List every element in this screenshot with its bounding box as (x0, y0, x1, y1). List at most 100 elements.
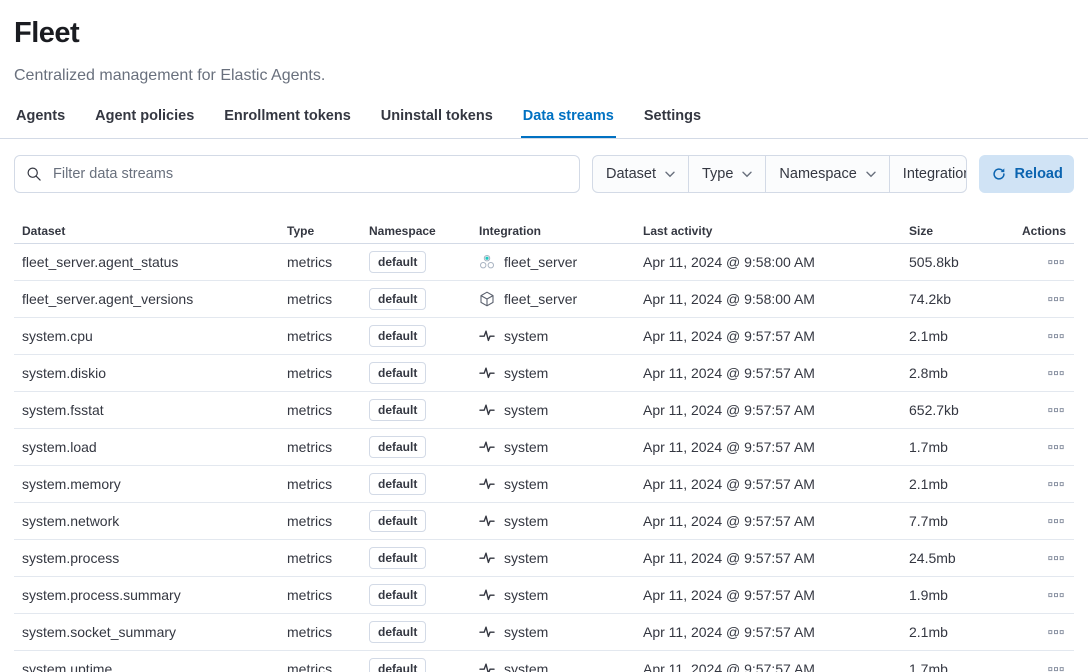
dataset-cell: system.process (14, 550, 287, 566)
integration-cell: system (479, 587, 643, 603)
activity-icon (479, 402, 495, 418)
tab-settings[interactable]: Settings (642, 102, 703, 138)
table-row: system.load metrics default system Apr 1… (14, 429, 1074, 466)
integration-name: system (504, 328, 548, 344)
type-cell: metrics (287, 513, 369, 529)
namespace-badge: default (369, 547, 426, 569)
dataset-cell: system.memory (14, 476, 287, 492)
namespace-badge: default (369, 399, 426, 421)
table-row: fleet_server.agent_status metrics defaul… (14, 244, 1074, 281)
tab-enrollment-tokens[interactable]: Enrollment tokens (222, 102, 353, 138)
row-actions-button[interactable] (1046, 252, 1066, 272)
column-header-namespace: Namespace (369, 216, 479, 238)
dataset-cell: system.fsstat (14, 402, 287, 418)
table-row: system.cpu metrics default system Apr 11… (14, 318, 1074, 355)
dataset-cell: system.cpu (14, 328, 287, 344)
column-header-actions: Actions (1010, 216, 1074, 238)
integration-cell: system (479, 624, 643, 640)
size-cell: 74.2kb (909, 291, 1010, 307)
row-actions-button[interactable] (1046, 326, 1066, 346)
chevron-down-icon (742, 171, 752, 178)
namespace-badge: default (369, 473, 426, 495)
size-cell: 2.1mb (909, 624, 1010, 640)
namespace-cell: default (369, 547, 479, 569)
type-cell: metrics (287, 439, 369, 455)
dataset-cell: system.network (14, 513, 287, 529)
table-row: system.network metrics default system Ap… (14, 503, 1074, 540)
last-activity-cell: Apr 11, 2024 @ 9:57:57 AM (643, 439, 909, 455)
table-row: system.memory metrics default system Apr… (14, 466, 1074, 503)
integration-name: system (504, 661, 548, 672)
actions-cell (1010, 252, 1074, 273)
integration-name: system (504, 513, 548, 529)
row-actions-button[interactable] (1046, 474, 1066, 494)
filter-type[interactable]: Type (688, 156, 765, 192)
tab-agents[interactable]: Agents (14, 102, 67, 138)
dataset-cell: fleet_server.agent_status (14, 254, 287, 270)
reload-button[interactable]: Reload (979, 155, 1074, 193)
integration-name: fleet_server (504, 254, 577, 270)
activity-icon (479, 513, 495, 529)
boxes-horizontal-icon (1048, 550, 1064, 566)
activity-icon (479, 365, 495, 381)
chevron-down-icon (866, 171, 876, 178)
row-actions-button[interactable] (1046, 548, 1066, 568)
integration-cell: system (479, 365, 643, 381)
namespace-badge: default (369, 621, 426, 643)
activity-icon (479, 476, 495, 492)
filter-label: Namespace (779, 166, 856, 182)
toolbar: Dataset Type Namespace Integration Reloa… (14, 155, 1074, 193)
filter-namespace[interactable]: Namespace (765, 156, 888, 192)
row-actions-button[interactable] (1046, 622, 1066, 642)
namespace-badge: default (369, 510, 426, 532)
namespace-cell: default (369, 621, 479, 643)
namespace-badge: default (369, 584, 426, 606)
namespace-badge: default (369, 436, 426, 458)
table-header-row: DatasetTypeNamespaceIntegrationLast acti… (14, 211, 1074, 244)
filter-dataset[interactable]: Dataset (593, 156, 688, 192)
row-actions-button[interactable] (1046, 400, 1066, 420)
type-cell: metrics (287, 476, 369, 492)
row-actions-button[interactable] (1046, 289, 1066, 309)
row-actions-button[interactable] (1046, 437, 1066, 457)
filter-integration[interactable]: Integration (889, 156, 968, 192)
activity-icon (479, 661, 495, 672)
page-subtitle: Centralized management for Elastic Agent… (14, 64, 1074, 88)
namespace-cell: default (369, 362, 479, 384)
size-cell: 1.9mb (909, 587, 1010, 603)
row-actions-button[interactable] (1046, 363, 1066, 383)
size-cell: 2.1mb (909, 328, 1010, 344)
type-cell: metrics (287, 402, 369, 418)
namespace-cell: default (369, 251, 479, 273)
type-cell: metrics (287, 661, 369, 672)
row-actions-button[interactable] (1046, 585, 1066, 605)
row-actions-button[interactable] (1046, 511, 1066, 531)
row-actions-button[interactable] (1046, 659, 1066, 672)
table-row: system.fsstat metrics default system Apr… (14, 392, 1074, 429)
tab-agent-policies[interactable]: Agent policies (93, 102, 196, 138)
integration-name: fleet_server (504, 291, 577, 307)
column-header-last-activity: Last activity (643, 216, 909, 238)
page-title: Fleet (14, 16, 1074, 50)
last-activity-cell: Apr 11, 2024 @ 9:57:57 AM (643, 328, 909, 344)
actions-cell (1010, 474, 1074, 495)
tab-data-streams[interactable]: Data streams (521, 102, 616, 138)
dataset-cell: fleet_server.agent_versions (14, 291, 287, 307)
namespace-cell: default (369, 399, 479, 421)
table-row: fleet_server.agent_versions metrics defa… (14, 281, 1074, 318)
search-input[interactable] (14, 155, 580, 193)
namespace-badge: default (369, 251, 426, 273)
dataset-cell: system.process.summary (14, 587, 287, 603)
integration-cell: system (479, 402, 643, 418)
page-header: Fleet Centralized management for Elastic… (0, 0, 1088, 88)
size-cell: 7.7mb (909, 513, 1010, 529)
type-cell: metrics (287, 254, 369, 270)
namespace-cell: default (369, 288, 479, 310)
type-cell: metrics (287, 328, 369, 344)
tab-uninstall-tokens[interactable]: Uninstall tokens (379, 102, 495, 138)
namespace-cell: default (369, 658, 479, 672)
table-row: system.uptime metrics default system Apr… (14, 651, 1074, 672)
actions-cell (1010, 585, 1074, 606)
actions-cell (1010, 289, 1074, 310)
boxes-horizontal-icon (1048, 624, 1064, 640)
